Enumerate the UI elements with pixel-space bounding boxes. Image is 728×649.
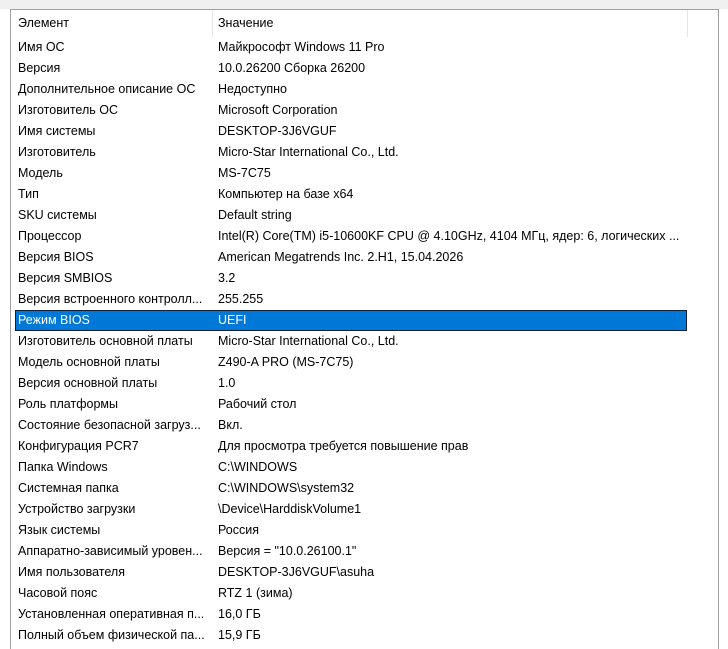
item-name: Часовой пояс xyxy=(18,586,98,600)
item-value: C:\WINDOWS xyxy=(218,460,298,474)
item-name: SKU системы xyxy=(18,208,97,222)
item-value: Недоступно xyxy=(218,82,287,96)
item-name: Аппаратно-зависимый уровен... xyxy=(18,544,203,558)
item-name: Версия BIOS xyxy=(18,250,94,264)
item-name: Полный объем физической па... xyxy=(18,628,205,642)
list-header: Элемент Значение xyxy=(11,10,718,37)
item-value: Для просмотра требуется повышение прав xyxy=(218,439,469,453)
item-name: Имя пользователя xyxy=(18,565,125,579)
item-name: Устройство загрузки xyxy=(18,502,136,516)
item-value: Intel(R) Core(TM) i5-10600KF CPU @ 4.10G… xyxy=(218,229,680,243)
list-item[interactable]: Модель основной платы Z490-A PRO (MS-7C75… xyxy=(15,352,687,373)
item-value: 255.255 xyxy=(218,292,264,306)
item-name: Версия xyxy=(18,61,61,75)
column-header-value[interactable]: Значение xyxy=(213,10,687,37)
list-item[interactable]: Имя системы DESKTOP-3J6VGUF xyxy=(15,121,687,142)
list-item[interactable]: Процессор Intel(R) Core(TM) i5-10600KF CP… xyxy=(15,226,687,247)
item-name: Роль платформы xyxy=(18,397,118,411)
list-item[interactable]: Установленная оперативная п... 16,0 ГБ xyxy=(15,604,687,625)
item-value: Default string xyxy=(218,208,292,222)
item-value: Майкрософт Windows 11 Pro xyxy=(218,40,385,54)
list-item[interactable]: Папка Windows C:\WINDOWS xyxy=(15,457,687,478)
item-value: Microsoft Corporation xyxy=(218,103,338,117)
list-item[interactable]: Версия основной платы 1.0 xyxy=(15,373,687,394)
item-value: 15,9 ГБ xyxy=(218,628,261,642)
list-item[interactable]: Роль платформы Рабочий стол xyxy=(15,394,687,415)
item-value: Версия = "10.0.26100.1" xyxy=(218,544,357,558)
item-name: Версия SMBIOS xyxy=(18,271,113,285)
item-value: \Device\HarddiskVolume1 xyxy=(218,502,362,516)
list-item-selected[interactable]: Режим BIOS UEFI xyxy=(15,310,687,331)
item-name: Папка Windows xyxy=(18,460,108,474)
item-value: DESKTOP-3J6VGUF xyxy=(218,124,337,138)
list-item[interactable]: Имя пользователя DESKTOP-3J6VGUF\asuha xyxy=(15,562,687,583)
item-name: Системная папка xyxy=(18,481,119,495)
list-item[interactable]: Состояние безопасной загруз... Вкл. xyxy=(15,415,687,436)
system-summary-list[interactable]: Элемент Значение Имя ОС Майкрософт Window… xyxy=(10,9,719,649)
list-item[interactable]: Версия встроенного контролл... 255.255 xyxy=(15,289,687,310)
window-top-strip xyxy=(0,0,728,9)
item-value: 16,0 ГБ xyxy=(218,607,261,621)
item-name: Модель xyxy=(18,166,63,180)
item-value: C:\WINDOWS\system32 xyxy=(218,481,355,495)
item-name: Процессор xyxy=(18,229,82,243)
item-name: Дополнительное описание ОС xyxy=(18,82,196,96)
list-item[interactable]: Версия BIOS American Megatrends Inc. 2.H1… xyxy=(15,247,687,268)
item-name: Имя системы xyxy=(18,124,96,138)
item-value: DESKTOP-3J6VGUF\asuha xyxy=(218,565,375,579)
list-item[interactable]: Устройство загрузки \Device\HarddiskVolum… xyxy=(15,499,687,520)
item-name: Состояние безопасной загруз... xyxy=(18,418,201,432)
item-value: Рабочий стол xyxy=(218,397,297,411)
list-item[interactable]: Изготовитель основной платы Micro-Star In… xyxy=(15,331,687,352)
item-name: Версия встроенного контролл... xyxy=(18,292,203,306)
item-value: 3.2 xyxy=(218,271,236,285)
item-value: Вкл. xyxy=(218,418,243,432)
item-name: Конфигурация PCR7 xyxy=(18,439,139,453)
list-item[interactable]: Тип Компьютер на базе x64 xyxy=(15,184,687,205)
item-value: Micro-Star International Co., Ltd. xyxy=(218,334,399,348)
item-value: Z490-A PRO (MS-7C75) xyxy=(218,355,354,369)
list-item[interactable]: Версия SMBIOS 3.2 xyxy=(15,268,687,289)
item-name: Имя ОС xyxy=(18,40,65,54)
list-item[interactable]: Имя ОС Майкрософт Windows 11 Pro xyxy=(15,37,687,58)
list-item[interactable]: Изготовитель Micro-Star International Co.… xyxy=(15,142,687,163)
item-value: 1.0 xyxy=(218,376,236,390)
item-name: Режим BIOS xyxy=(18,313,90,327)
list-item[interactable]: Конфигурация PCR7 Для просмотра требуется… xyxy=(15,436,687,457)
item-name: Изготовитель основной платы xyxy=(18,334,193,348)
item-value: 10.0.26200 Сборка 26200 xyxy=(218,61,366,75)
item-value: MS-7C75 xyxy=(218,166,271,180)
column-header-element[interactable]: Элемент xyxy=(11,10,212,37)
item-name: Установленная оперативная п... xyxy=(18,607,205,621)
list-item[interactable]: Дополнительное описание ОС Недоступно xyxy=(15,79,687,100)
item-name: Модель основной платы xyxy=(18,355,160,369)
list-item[interactable]: Системная папка C:\WINDOWS\system32 xyxy=(15,478,687,499)
item-name: Язык системы xyxy=(18,523,101,537)
item-value: RTZ 1 (зима) xyxy=(218,586,293,600)
list-item[interactable]: SKU системы Default string xyxy=(15,205,687,226)
item-name: Версия основной платы xyxy=(18,376,158,390)
item-name: Изготовитель ОС xyxy=(18,103,118,117)
item-value: Компьютер на базе x64 xyxy=(218,187,354,201)
list-item[interactable]: Модель MS-7C75 xyxy=(15,163,687,184)
list-item[interactable]: Часовой пояс RTZ 1 (зима) xyxy=(15,583,687,604)
list-item[interactable]: Язык системы Россия xyxy=(15,520,687,541)
list-item[interactable]: Изготовитель ОС Microsoft Corporation xyxy=(15,100,687,121)
list-item[interactable]: Версия 10.0.26200 Сборка 26200 xyxy=(15,58,687,79)
list-item[interactable]: Полный объем физической па... 15,9 ГБ xyxy=(15,625,687,646)
item-name: Тип xyxy=(18,187,39,201)
item-value: American Megatrends Inc. 2.H1, 15.04.202… xyxy=(218,250,464,264)
item-value: UEFI xyxy=(218,313,247,327)
column-header-empty xyxy=(688,10,718,37)
list-item[interactable]: Аппаратно-зависимый уровен... Версия = "1… xyxy=(15,541,687,562)
item-value: Россия xyxy=(218,523,259,537)
item-value: Micro-Star International Co., Ltd. xyxy=(218,145,399,159)
list-rows: Имя ОС Майкрософт Windows 11 Pro Версия 10… xyxy=(15,37,687,646)
item-name: Изготовитель xyxy=(18,145,96,159)
